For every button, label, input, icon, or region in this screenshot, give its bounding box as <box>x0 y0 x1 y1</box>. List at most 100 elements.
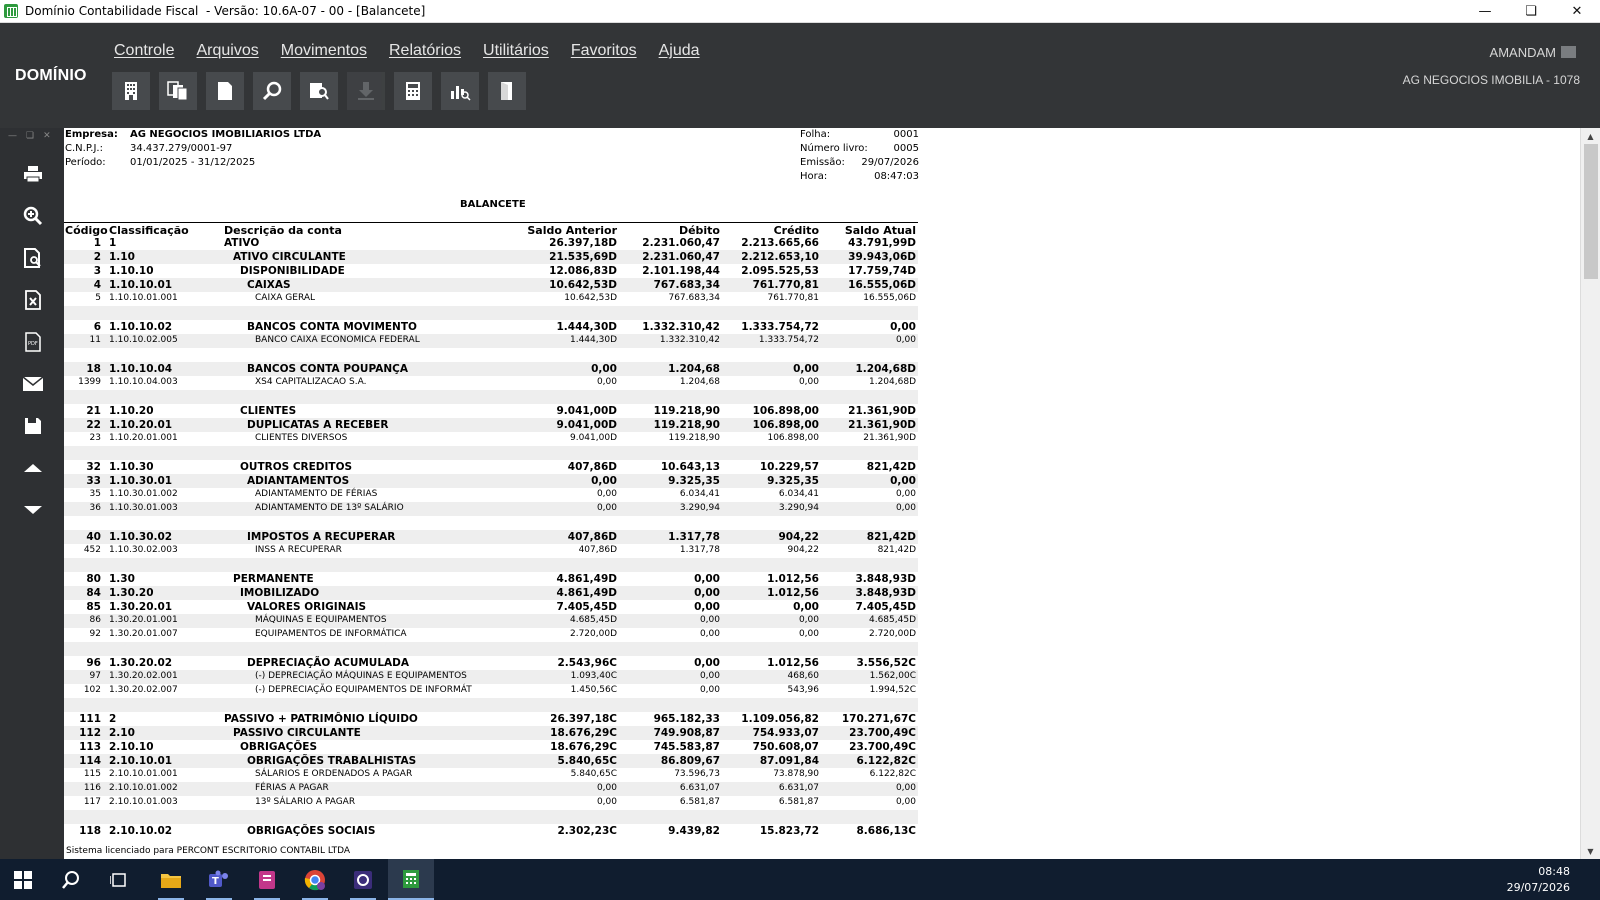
table-row: 6 1.10.10.02 BANCOS CONTA MOVIMENTO 1.444,3… <box>64 320 918 334</box>
dominio-app-icon[interactable] <box>388 859 434 900</box>
cnpj-value: 34.437.279/0001-97 <box>130 143 233 154</box>
active-company[interactable]: AG NEGOCIOS IMOBILIA - 1078 <box>1403 73 1580 87</box>
start-icon[interactable] <box>0 859 46 900</box>
menu-controle[interactable]: Controle <box>114 42 174 60</box>
menu-relatorios[interactable]: Relatórios <box>389 42 461 60</box>
cell-credito: 0,00 <box>798 615 819 625</box>
document-icon[interactable] <box>206 72 244 110</box>
cell-saldo-atual: 0,00 <box>895 503 916 513</box>
cell-saldo-anterior: 407,86D <box>578 545 617 555</box>
menu-ajuda[interactable]: Ajuda <box>659 42 700 60</box>
email-icon[interactable] <box>18 370 48 398</box>
blank-row <box>64 642 918 656</box>
panel-restore-icon[interactable]: ❏ <box>26 131 34 141</box>
cell-code: 114 <box>79 755 101 767</box>
file-explorer-icon[interactable] <box>148 859 194 900</box>
emissao-value: 29/07/2026 <box>861 157 919 168</box>
main-menu: Controle Arquivos Movimentos Relatórios … <box>114 42 700 60</box>
scroll-down-arrow-icon[interactable]: ▼ <box>1581 843 1600 859</box>
cell-saldo-anterior: 0,00 <box>596 503 617 513</box>
cell-debito: 2.101.198,44 <box>642 265 720 277</box>
close-button[interactable]: ✕ <box>1554 0 1600 23</box>
cell-code: 92 <box>89 629 101 639</box>
cell-description: MÁQUINAS E EQUIPAMENTOS <box>255 615 387 625</box>
cell-classification: 1.10.10.04.003 <box>109 377 178 387</box>
cell-credito: 6.631,07 <box>778 783 819 793</box>
cell-saldo-anterior: 9.041,00D <box>569 433 617 443</box>
cell-debito: 767.683,34 <box>653 279 720 291</box>
restore-button[interactable]: ❏ <box>1508 0 1554 23</box>
preview-icon[interactable] <box>18 244 48 272</box>
cell-saldo-anterior: 1.444,30D <box>556 321 617 333</box>
cell-saldo-atual: 1.204,68D <box>855 363 916 375</box>
table-row: 36 1.10.30.01.003 ADIANTAMENTO DE 13º SALÁ… <box>64 502 918 516</box>
scroll-thumb[interactable] <box>1584 144 1598 279</box>
menu-favoritos[interactable]: Favoritos <box>571 42 637 60</box>
cell-classification: 1.30.20.02.001 <box>109 671 178 681</box>
cell-credito: 15.823,72 <box>759 825 819 837</box>
cell-saldo-anterior: 5.840,65C <box>557 755 617 767</box>
cell-debito: 749.908,87 <box>653 727 720 739</box>
cell-code: 36 <box>89 503 101 513</box>
cell-classification: 1.30.20.01.001 <box>109 615 178 625</box>
zoom-icon[interactable] <box>18 202 48 230</box>
minimize-button[interactable]: — <box>1462 0 1508 23</box>
building-icon[interactable] <box>112 72 150 110</box>
excel-icon[interactable] <box>18 286 48 314</box>
cell-classification: 1.10.30.01.003 <box>109 503 178 513</box>
cell-description: IMOBILIZADO <box>240 587 320 599</box>
print-icon[interactable] <box>18 160 48 188</box>
copy-docs-icon[interactable] <box>159 72 197 110</box>
cell-description: (-) DEPRECIAÇÃO EQUIPAMENTOS DE INFORMÁT <box>255 685 472 695</box>
cell-saldo-anterior: 26.397,18D <box>549 237 617 249</box>
cnpj-label: C.N.P.J.: <box>65 143 103 154</box>
arrow-down-icon[interactable] <box>18 496 48 524</box>
column-header: Código Classificação Descrição da conta … <box>64 222 918 237</box>
cell-code: 85 <box>86 601 101 613</box>
cell-description: IMPOSTOS A RECUPERAR <box>247 531 396 543</box>
cell-classification: 1.30.20.02.007 <box>109 685 178 695</box>
menu-arquivos[interactable]: Arquivos <box>196 42 258 60</box>
panel-minimize-icon[interactable]: — <box>8 131 17 141</box>
taskbar-clock[interactable]: 08:48 29/07/2026 <box>1507 864 1570 896</box>
mail-icon[interactable] <box>1561 46 1576 58</box>
menu-movimentos[interactable]: Movimentos <box>281 42 367 60</box>
blank-row <box>64 698 918 712</box>
pdf-icon[interactable]: PDF <box>18 328 48 356</box>
vertical-scrollbar[interactable]: ▲ ▼ <box>1580 128 1600 859</box>
blank-row <box>64 516 918 530</box>
arrow-up-icon[interactable] <box>18 454 48 482</box>
table-row: 4 1.10.10.01 CAIXAS 10.642,53D 767.683,34 761… <box>64 278 918 292</box>
dominio-helper-icon[interactable] <box>340 859 386 900</box>
cell-credito: 87.091,84 <box>759 755 819 767</box>
task-view-icon[interactable] <box>96 859 142 900</box>
cell-saldo-anterior: 9.041,00D <box>556 419 617 431</box>
notes-app-icon[interactable] <box>244 859 290 900</box>
taskbar: T 08:48 29/07/2026 <box>0 859 1600 900</box>
menu-utilitarios[interactable]: Utilitários <box>483 42 549 60</box>
user-name[interactable]: AMANDAM <box>1490 45 1556 60</box>
cell-classification: 1.10.30.02.003 <box>109 545 178 555</box>
calculator-icon[interactable] <box>394 72 432 110</box>
panel-window-controls: — ❏ ✕ <box>8 131 51 141</box>
cell-saldo-anterior: 1.450,56C <box>570 685 617 695</box>
save-icon[interactable] <box>18 412 48 440</box>
panel-close-icon[interactable]: ✕ <box>43 131 51 141</box>
balancete-report: Empresa: AG NEGOCIOS IMOBILIARIOS LTDA C… <box>64 128 1580 859</box>
cell-credito: 761.770,81 <box>752 279 819 291</box>
search-icon[interactable] <box>48 859 94 900</box>
window-title-bar: Domínio Contabilidade Fiscal - Versão: 1… <box>0 0 1600 23</box>
chart-search-icon[interactable] <box>441 72 479 110</box>
download-icon[interactable] <box>347 72 385 110</box>
clock-date: 29/07/2026 <box>1506 881 1570 894</box>
teams-icon[interactable]: T <box>196 859 242 900</box>
cell-saldo-anterior: 407,86D <box>567 531 617 543</box>
scroll-up-arrow-icon[interactable]: ▲ <box>1581 128 1600 144</box>
empresa-label: Empresa: <box>65 129 118 140</box>
search-document-icon[interactable] <box>300 72 338 110</box>
chrome-icon[interactable] <box>292 859 338 900</box>
cell-saldo-anterior: 9.041,00D <box>556 405 617 417</box>
toolbar <box>112 72 526 110</box>
search-icon[interactable] <box>253 72 291 110</box>
door-exit-icon[interactable] <box>488 72 526 110</box>
